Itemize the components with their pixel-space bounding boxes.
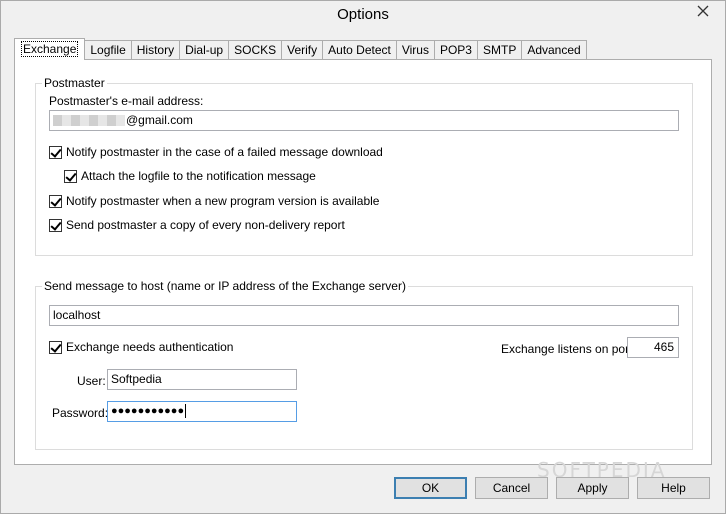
tab-advanced[interactable]: Advanced — [521, 40, 587, 59]
ok-button[interactable]: OK — [394, 477, 467, 499]
tab-verify[interactable]: Verify — [281, 40, 324, 59]
checkbox-checked-icon — [64, 169, 77, 183]
postmaster-group-label: Postmaster — [42, 76, 107, 90]
checkbox-checked-icon — [49, 218, 62, 232]
tab-page-exchange: Postmaster Postmaster's e-mail address: … — [14, 59, 712, 465]
send-copy-checkbox[interactable]: Send postmaster a copy of every non-deli… — [49, 218, 345, 232]
text-cursor — [185, 404, 187, 419]
tab-smtp[interactable]: SMTP — [476, 40, 523, 59]
notify-version-checkbox[interactable]: Notify postmaster when a new program ver… — [49, 194, 379, 208]
attach-logfile-checkbox[interactable]: Attach the logfile to the notification m… — [64, 169, 316, 183]
tab-exchange[interactable]: Exchange — [14, 38, 86, 60]
notify-failed-checkbox[interactable]: Notify postmaster in the case of a faile… — [49, 145, 383, 159]
apply-button[interactable]: Apply — [556, 477, 629, 499]
tab-logfile[interactable]: Logfile — [84, 40, 132, 59]
postmaster-email-label: Postmaster's e-mail address: — [49, 94, 204, 108]
tab-history[interactable]: History — [130, 40, 181, 59]
user-label: User: — [77, 374, 106, 388]
auth-checkbox[interactable]: Exchange needs authentication — [49, 340, 233, 354]
password-label: Password: — [52, 406, 109, 420]
cancel-button[interactable]: Cancel — [475, 477, 548, 499]
tab-strip: Exchange Logfile History Dial-up SOCKS V… — [14, 38, 587, 60]
user-field[interactable]: Softpedia — [107, 369, 297, 390]
close-button[interactable] — [686, 0, 720, 22]
tab-pop3[interactable]: POP3 — [433, 40, 478, 59]
checkbox-checked-icon — [49, 194, 62, 208]
checkbox-checked-icon — [49, 145, 62, 159]
checkbox-checked-icon — [49, 340, 62, 354]
port-field[interactable]: 465 — [627, 337, 679, 358]
host-field[interactable]: localhost — [49, 305, 679, 326]
tab-socks[interactable]: SOCKS — [228, 40, 283, 59]
port-label: Exchange listens on port: — [501, 342, 636, 356]
tab-virus[interactable]: Virus — [395, 40, 435, 59]
help-button[interactable]: Help — [637, 477, 710, 499]
password-field[interactable]: ●●●●●●●●●●● — [107, 401, 297, 422]
close-icon — [697, 5, 709, 17]
tab-dial-up[interactable]: Dial-up — [179, 40, 230, 59]
postmaster-email-field[interactable]: @gmail.com — [49, 110, 679, 131]
host-group-label: Send message to host (name or IP address… — [42, 279, 408, 293]
window-title: Options — [337, 6, 389, 23]
tab-auto-detect[interactable]: Auto Detect — [322, 40, 397, 59]
title-bar: Options — [0, 0, 726, 30]
redacted-text — [53, 115, 125, 127]
